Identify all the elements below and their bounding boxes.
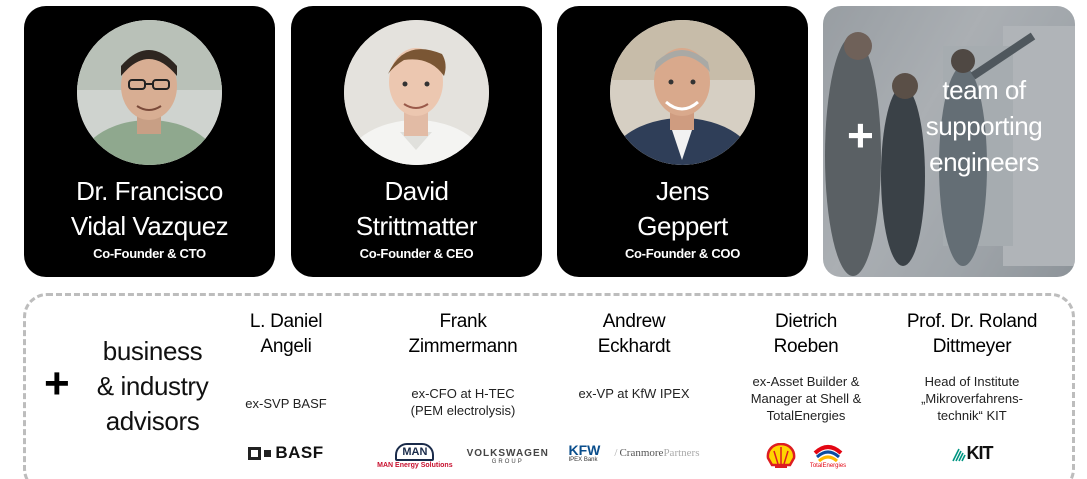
cranmore-logo: / Cranmore Partners: [614, 447, 700, 459]
advisor-name: Andrew Eckhardt: [597, 311, 671, 357]
team-slide: Dr. Francisco Vidal Vazquez Co-Founder &…: [0, 0, 1087, 479]
advisor-logos: MAN MAN Energy Solutions VOLKSWAGEN GROU…: [366, 443, 560, 469]
basf-logo: BASF: [248, 443, 323, 463]
man-logo: MAN MAN Energy Solutions: [377, 443, 453, 469]
founder-photo-coo: [610, 20, 755, 165]
advisor-role: ex-Asset Builder & Manager at Shell & To…: [750, 374, 862, 423]
advisor-logos: TotalEnergies: [726, 443, 886, 469]
plus-icon: +: [847, 109, 874, 161]
advisor-dittmeyer: Prof. Dr. Roland Dittmeyer Head of Insti…: [892, 309, 1052, 474]
advisor-name: Dietrich Roeben: [773, 311, 839, 357]
advisor-name: Frank Zimmermann: [408, 311, 518, 357]
volkswagen-logo: VOLKSWAGEN GROUP: [466, 447, 549, 465]
founder-name: David Strittmatter: [355, 176, 478, 241]
totalenergies-logo: TotalEnergies: [810, 443, 846, 469]
team-caption: team of supporting engineers: [925, 75, 1043, 177]
founder-card-cto: Dr. Francisco Vidal Vazquez Co-Founder &…: [24, 6, 275, 277]
kfw-logo: KFW IPEX Bank: [568, 442, 601, 463]
advisors-title: business & industry advisors: [96, 336, 209, 436]
shell-logo: [766, 443, 796, 469]
supporting-engineers-card: + team of supporting engineers: [823, 6, 1075, 277]
advisor-name: L. Daniel Angeli: [249, 311, 323, 357]
founder-name: Dr. Francisco Vidal Vazquez: [70, 176, 229, 241]
founder-photo-cto: [77, 20, 222, 165]
advisor-roeben: Dietrich Roeben ex-Asset Builder & Manag…: [726, 309, 886, 474]
advisor-role: ex-VP at KfW IPEX: [578, 386, 690, 401]
founder-role: Co-Founder & CTO: [93, 246, 206, 261]
founder-card-ceo: David Strittmatter Co-Founder & CEO: [291, 6, 542, 277]
plus-icon: +: [44, 359, 70, 408]
advisor-role: ex-SVP BASF: [245, 396, 327, 411]
advisor-zimmermann: Frank Zimmermann ex-CFO at H-TEC (PEM el…: [366, 309, 560, 474]
founder-role: Co-Founder & CEO: [359, 246, 474, 261]
advisor-logos: BASF: [218, 443, 354, 463]
advisor-role: ex-CFO at H-TEC (PEM electrolysis): [410, 386, 516, 418]
advisor-logos: KFW IPEX Bank / Cranmore Partners: [556, 443, 712, 463]
advisor-logos: KIT: [892, 443, 1052, 464]
advisor-angeli: L. Daniel Angeli ex-SVP BASF BASF: [218, 309, 354, 474]
advisor-eckhardt: Andrew Eckhardt ex-VP at KfW IPEX KFW IP…: [556, 309, 712, 474]
founder-card-coo: Jens Geppert Co-Founder & COO: [557, 6, 808, 277]
founder-role: Co-Founder & COO: [624, 246, 741, 261]
kit-logo: KIT: [951, 443, 994, 464]
founder-name: Jens Geppert: [637, 176, 728, 241]
advisor-name: Prof. Dr. Roland Dittmeyer: [906, 311, 1038, 357]
founder-photo-ceo: [344, 20, 489, 165]
advisor-role: Head of Institute „Mikroverfahrens- tech…: [921, 374, 1023, 423]
